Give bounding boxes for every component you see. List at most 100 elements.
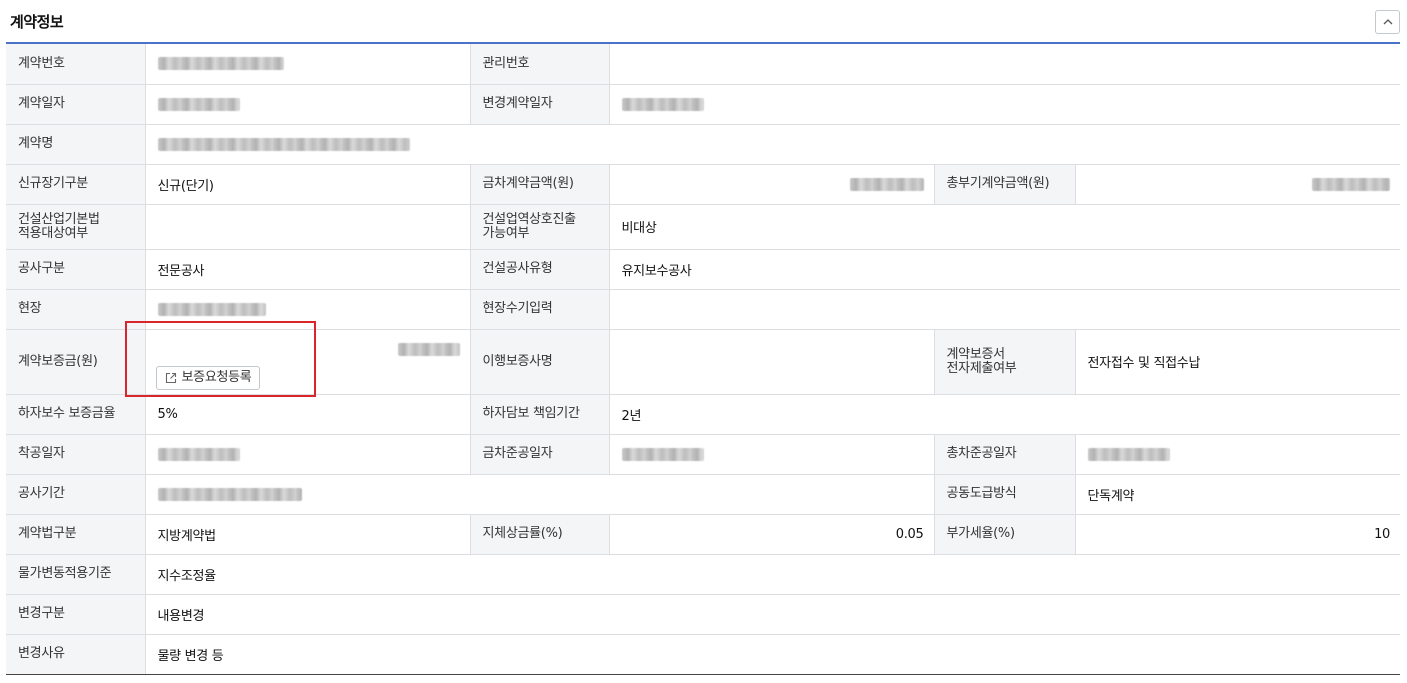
table-row: 계약법구분 지방계약법 지체상금률(%) 0.05 부가세율(%) 10: [6, 514, 1401, 555]
label-change-type: 변경구분: [6, 594, 146, 635]
value-mutual-entry: 비대상: [609, 204, 1401, 250]
value-total-amount: [1075, 164, 1401, 205]
panel-title: 계약정보: [10, 13, 64, 31]
value-contract-no: [145, 44, 471, 85]
chevron-up-icon: [1383, 19, 1393, 25]
table-row: 물가변동적용기준 지수조정율: [6, 554, 1401, 595]
label-price-adjustment-basis: 물가변동적용기준: [6, 554, 146, 595]
value-contract-law-type: 지방계약법: [145, 514, 471, 555]
value-site-manual-input: [609, 289, 1401, 330]
masked-value: [157, 97, 240, 111]
table-row: 신규장기구분 신규(단기) 금차계약금액(원) 총부기계약금액(원): [6, 164, 1401, 205]
label-line: 전자제출여부: [946, 360, 1017, 376]
table-row: 변경사유 물량 변경 등: [6, 634, 1401, 675]
value-vat-rate: 10: [1075, 514, 1401, 555]
value-contract-bond: 보증요청등록: [145, 329, 471, 395]
label-change-reason: 변경사유: [6, 634, 146, 675]
label-work-category: 공사구분: [6, 249, 146, 290]
label-construction-act: 건설산업기본법 적용대상여부: [6, 204, 146, 250]
label-site: 현장: [6, 289, 146, 330]
label-mutual-entry: 건설업역상호진출 가능여부: [470, 204, 610, 250]
label-delay-penalty-rate: 지체상금률(%): [470, 514, 610, 555]
value-site: [145, 289, 471, 330]
label-contract-bond: 계약보증금(원): [6, 329, 146, 395]
masked-value: [621, 447, 704, 461]
label-management-no: 관리번호: [470, 44, 610, 85]
value-new-long-term: 신규(단기): [145, 164, 471, 205]
value-contract-name: [145, 124, 1401, 165]
table-row: 건설산업기본법 적용대상여부 건설업역상호진출 가능여부 비대상: [6, 204, 1401, 250]
masked-value: [157, 302, 266, 316]
table-row: 공사구분 전문공사 건설공사유형 유지보수공사: [6, 249, 1401, 290]
value-construction-act: [145, 204, 471, 250]
table-row: 공사기간 공동도급방식 단독계약: [6, 474, 1401, 515]
value-start-date: [145, 434, 471, 475]
value-price-adjustment-basis: 지수조정율: [145, 554, 1401, 595]
label-start-date: 착공일자: [6, 434, 146, 475]
table-row: 계약명: [6, 124, 1401, 165]
value-total-completion-date: [1075, 434, 1401, 475]
contract-info-table: 계약번호 관리번호 계약일자 변경계약일자 계약명 신규장기구분 신규(단기) …: [6, 44, 1401, 675]
value-defect-liability-period: 2년: [609, 394, 1401, 435]
label-current-completion-date: 금차준공일자: [470, 434, 610, 475]
masked-value: [621, 97, 704, 111]
table-row: 계약일자 변경계약일자: [6, 84, 1401, 125]
masked-value: [157, 487, 302, 501]
panel-header: 계약정보: [0, 0, 1407, 44]
label-line: 건설업역상호진출: [482, 211, 577, 227]
table-row: 변경구분 내용변경: [6, 594, 1401, 635]
masked-value: [157, 137, 410, 151]
label-total-completion-date: 총차준공일자: [934, 434, 1076, 475]
label-line: 계약보증서: [946, 346, 1006, 362]
masked-value: [1312, 177, 1391, 191]
label-defect-liability-period: 하자담보 책임기간: [470, 394, 610, 435]
value-management-no: [609, 44, 1401, 85]
label-vat-rate: 부가세율(%): [934, 514, 1076, 555]
table-row: 하자보수 보증금율 5% 하자담보 책임기간 2년: [6, 394, 1401, 435]
bond-request-button-label: 보증요청등록: [181, 369, 252, 385]
table-row: 계약번호 관리번호: [6, 44, 1401, 85]
value-bond-submit: 전자접수 및 직접수납: [1075, 329, 1401, 395]
value-work-category: 전문공사: [145, 249, 471, 290]
masked-value: [157, 57, 284, 71]
value-changed-contract-date: [609, 84, 1401, 125]
table-row: 착공일자 금차준공일자 총차준공일자: [6, 434, 1401, 475]
label-site-manual-input: 현장수기입력: [470, 289, 610, 330]
table-row: 현장 현장수기입력: [6, 289, 1401, 330]
value-change-reason: 물량 변경 등: [145, 634, 1401, 675]
masked-value: [157, 447, 240, 461]
label-work-type: 건설공사유형: [470, 249, 610, 290]
collapse-button[interactable]: [1375, 10, 1400, 34]
value-work-period: [145, 474, 935, 515]
label-contract-law-type: 계약법구분: [6, 514, 146, 555]
contract-info-panel: 계약정보 계약번호 관리번호 계약일자 변경계약일자 계약명 신규장기구분 신규…: [0, 0, 1407, 683]
value-defect-bond-rate: 5%: [145, 394, 471, 435]
value-current-completion-date: [609, 434, 935, 475]
label-surety-company: 이행보증사명: [470, 329, 610, 395]
label-new-long-term: 신규장기구분: [6, 164, 146, 205]
label-contract-no: 계약번호: [6, 44, 146, 85]
external-link-icon: [165, 372, 176, 383]
label-line: 적용대상여부: [18, 225, 88, 241]
label-bond-submit: 계약보증서 전자제출여부: [934, 329, 1076, 395]
label-line: 가능여부: [482, 225, 530, 241]
label-work-period: 공사기간: [6, 474, 146, 515]
label-changed-contract-date: 변경계약일자: [470, 84, 610, 125]
label-contract-date: 계약일자: [6, 84, 146, 125]
value-joint-contract-method: 단독계약: [1075, 474, 1401, 515]
masked-value: [849, 177, 924, 191]
label-contract-name: 계약명: [6, 124, 146, 165]
value-current-amount: [609, 164, 935, 205]
label-joint-contract-method: 공동도급방식: [934, 474, 1076, 515]
label-current-amount: 금차계약금액(원): [470, 164, 610, 205]
masked-value: [1087, 447, 1170, 461]
value-change-type: 내용변경: [145, 594, 1401, 635]
value-delay-penalty-rate: 0.05: [609, 514, 935, 555]
value-surety-company: [609, 329, 935, 395]
label-total-amount: 총부기계약금액(원): [934, 164, 1076, 205]
label-line: 건설산업기본법: [18, 211, 100, 227]
label-defect-bond-rate: 하자보수 보증금율: [6, 394, 146, 435]
masked-value: [397, 342, 460, 356]
bond-request-button[interactable]: 보증요청등록: [155, 365, 261, 390]
table-row: 계약보증금(원) 보증요청등록 이행보증사명 계약보증서 전자제출여부 전자접수…: [6, 329, 1401, 395]
